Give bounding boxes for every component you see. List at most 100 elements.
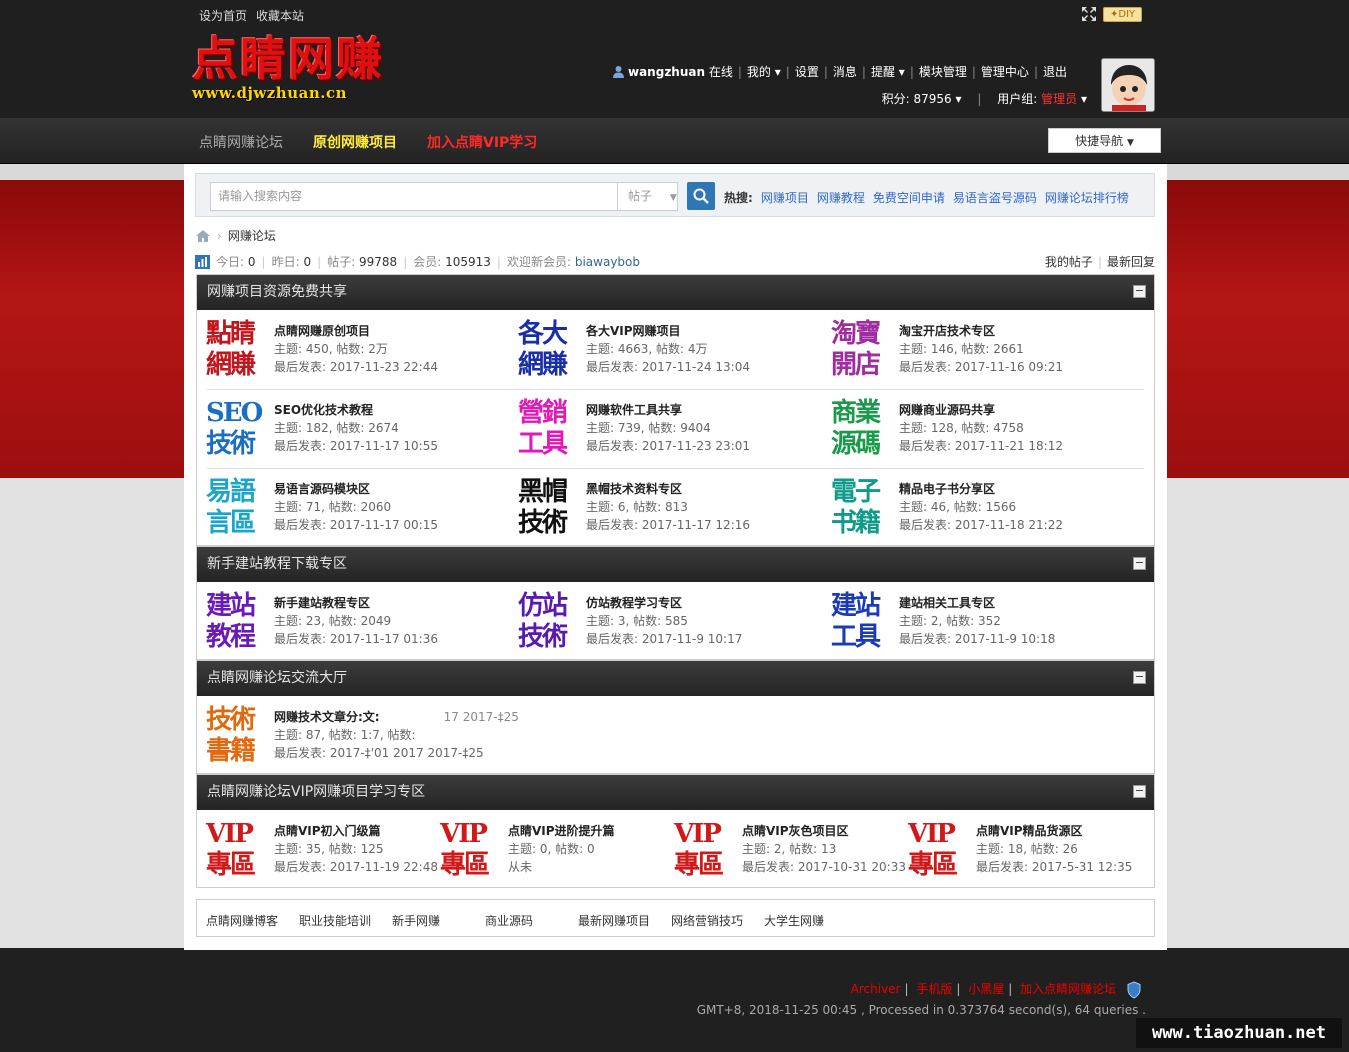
forum-icon[interactable]: 易語 言區 — [206, 476, 266, 540]
forum-icon[interactable]: 點睛 網賺 — [206, 318, 266, 382]
collapse-icon[interactable]: − — [1133, 285, 1146, 298]
forum-item[interactable]: 電子 书籍 精品电子书分享区 主题: 46, 帖数: 1566 最后发表: 2017-1… — [831, 476, 1063, 540]
forum-icon[interactable]: VIP 專區 — [908, 818, 968, 882]
forum-item[interactable]: VIP 專區 点睛VIP进阶提升篇 主题: 0, 帖数: 0 从未 — [440, 818, 615, 882]
breadcrumb-forum[interactable]: 网赚论坛 — [228, 227, 276, 244]
fullscreen-icon[interactable] — [1081, 6, 1097, 22]
avatar[interactable] — [1101, 58, 1155, 112]
forum-last-post[interactable]: 最后发表: 2017-‡'01 2017 2017-‡25 — [274, 744, 519, 762]
forum-item[interactable]: 淘寶 開店 淘宝开店技术专区 主题: 146, 帖数: 2661 最后发表: 2017-… — [831, 318, 1063, 382]
forum-last-post[interactable]: 最后发表: 2017-11-24 13:04 — [586, 358, 750, 376]
menu-my[interactable]: 我的 ▾ — [747, 63, 781, 80]
nav-original-projects[interactable]: 原创网赚项目 — [313, 132, 397, 152]
forum-last-post[interactable]: 最后发表: 2017-11-9 10:17 — [586, 630, 742, 648]
hot-link[interactable]: 易语言盗号源码 — [953, 189, 1037, 206]
forum-title-link[interactable]: 仿站教程学习专区 — [586, 594, 742, 612]
search-button[interactable] — [687, 182, 715, 210]
forum-last-post[interactable]: 最后发表: 2017-11-17 12:16 — [586, 516, 750, 534]
forum-item[interactable]: VIP 專區 点睛VIP精品货源区 主题: 18, 帖数: 26 最后发表: 2017-… — [908, 818, 1132, 882]
forum-icon[interactable]: 技術 書籍 — [206, 704, 266, 768]
forum-icon[interactable]: 黑帽 技術 — [518, 476, 578, 540]
forum-icon[interactable]: VIP 專區 — [206, 818, 266, 882]
username-link[interactable]: wangzhuan — [628, 65, 705, 79]
forum-item[interactable]: 商業 源碼 网赚商业源码共享 主题: 128, 帖数: 4758 最后发表: 2017-… — [831, 397, 1063, 461]
diy-button[interactable]: ✦DIY — [1103, 6, 1143, 22]
forum-last-post[interactable]: 最后发表: 2017-11-9 10:18 — [899, 630, 1055, 648]
forum-title-link[interactable]: 点睛VIP灰色项目区 — [742, 822, 906, 840]
forum-item[interactable]: 營銷 工具 网赚软件工具共享 主题: 739, 帖数: 9404 最后发表: 2017-… — [518, 397, 750, 461]
friend-link[interactable]: 新手网赚 — [392, 912, 440, 929]
forum-icon[interactable]: 各大 網賺 — [518, 318, 578, 382]
forum-last-post[interactable]: 最后发表: 2017-5-31 12:35 — [976, 858, 1132, 876]
my-posts-link[interactable]: 我的帖子 — [1045, 255, 1093, 269]
forum-item[interactable]: VIP 專區 点睛VIP灰色项目区 主题: 2, 帖数: 13 最后发表: 2017-1… — [674, 818, 906, 882]
friend-link[interactable]: 网络营销技巧 — [671, 912, 743, 929]
forum-item[interactable]: 各大 網賺 各大VIP网赚项目 主题: 4663, 帖数: 4万 最后发表: 2017-… — [518, 318, 750, 382]
friend-link[interactable]: 大学生网赚 — [764, 912, 824, 929]
archiver-link[interactable]: Archiver — [851, 982, 901, 996]
forum-last-post[interactable]: 最后发表: 2017-11-17 01:36 — [274, 630, 438, 648]
menu-messages[interactable]: 消息 — [833, 63, 857, 80]
forum-last-post[interactable]: 最后发表: 2017-10-31 20:33 — [742, 858, 906, 876]
forum-last-post[interactable]: 最后发表: 2017-11-23 23:01 — [586, 437, 750, 455]
menu-admin[interactable]: 管理中心 — [981, 63, 1029, 80]
site-logo[interactable]: 点睛网赚 www.djwzhuan.cn — [192, 32, 412, 108]
home-icon[interactable] — [195, 229, 211, 243]
logout-link[interactable]: 退出 — [1043, 63, 1067, 80]
mobile-link[interactable]: 手机版 — [916, 982, 952, 996]
forum-icon[interactable]: 電子 书籍 — [831, 476, 891, 540]
forum-title-link[interactable]: 点睛VIP进阶提升篇 — [508, 822, 615, 840]
forum-title-link[interactable]: 各大VIP网赚项目 — [586, 322, 750, 340]
forum-last-post[interactable]: 最后发表: 2017-11-16 09:21 — [899, 358, 1063, 376]
forum-title-link[interactable]: 易语言源码模块区 — [274, 480, 438, 498]
nav-join-vip[interactable]: 加入点睛VIP学习 — [427, 132, 537, 152]
forum-last-post[interactable]: 最后发表: 2017-11-23 22:44 — [274, 358, 438, 376]
forum-item[interactable]: VIP 專區 点睛VIP初入门级篇 主题: 35, 帖数: 125 最后发表: 2017… — [206, 818, 438, 882]
join-forum-link[interactable]: 加入点睛网赚论坛 — [1020, 982, 1116, 996]
points-menu[interactable]: 积分: 87956 ▾ — [882, 92, 962, 106]
nav-forum[interactable]: 点睛网赚论坛 — [199, 132, 283, 152]
forum-item[interactable]: 易語 言區 易语言源码模块区 主题: 71, 帖数: 2060 最后发表: 2017-1… — [206, 476, 438, 540]
menu-modules[interactable]: 模块管理 — [919, 63, 967, 80]
forum-title-link[interactable]: 点睛网赚原创项目 — [274, 322, 438, 340]
forum-title-link[interactable]: SEO优化技术教程 — [274, 401, 438, 419]
forum-title-link[interactable]: 网赚软件工具共享 — [586, 401, 750, 419]
forum-item[interactable]: 技術 書籍 网赚技术文章分:文: 17 2017-‡25 主题: 87, 帖数: 1:7… — [206, 704, 519, 768]
forum-last-post[interactable]: 最后发表: 2017-11-17 00:15 — [274, 516, 438, 534]
friend-link[interactable]: 商业源码 — [485, 912, 533, 929]
forum-last-post[interactable]: 最后发表: 2017-11-18 21:22 — [899, 516, 1063, 534]
forum-icon[interactable]: 建站 教程 — [206, 590, 266, 654]
group-menu[interactable]: 管理员 ▾ — [1041, 92, 1087, 106]
forum-title-link[interactable]: 精品电子书分享区 — [899, 480, 1063, 498]
forum-last-post[interactable]: 最后发表: 2017-11-19 22:48 — [274, 858, 438, 876]
blacklist-link[interactable]: 小黑屋 — [968, 982, 1004, 996]
bookmark-link[interactable]: 收藏本站 — [256, 9, 304, 23]
menu-reminders[interactable]: 提醒 ▾ — [871, 63, 905, 80]
forum-title-link[interactable]: 淘宝开店技术专区 — [899, 322, 1063, 340]
set-homepage-link[interactable]: 设为首页 — [199, 9, 247, 23]
forum-last-post[interactable]: 从未 — [508, 858, 615, 876]
quick-nav-button[interactable]: 快捷导航 ▼ — [1048, 128, 1161, 153]
forum-last-post[interactable]: 最后发表: 2017-11-17 10:55 — [274, 437, 438, 455]
forum-icon[interactable]: 仿站 技術 — [518, 590, 578, 654]
forum-title-link[interactable]: 网赚技术文章分:文: 17 2017-‡25 — [274, 708, 519, 726]
forum-icon[interactable]: 商業 源碼 — [831, 397, 891, 461]
search-type-select[interactable]: 帖子 ▼ — [618, 182, 678, 211]
hot-link[interactable]: 网赚教程 — [817, 189, 865, 206]
menu-settings[interactable]: 设置 — [795, 63, 819, 80]
forum-title-link[interactable]: 点睛VIP初入门级篇 — [274, 822, 438, 840]
hot-link[interactable]: 网赚论坛排行榜 — [1045, 189, 1129, 206]
forum-icon[interactable]: VIP 專區 — [674, 818, 734, 882]
forum-icon[interactable]: VIP 專區 — [440, 818, 500, 882]
forum-icon[interactable]: 淘寶 開店 — [831, 318, 891, 382]
friend-link[interactable]: 点睛网赚博客 — [206, 912, 278, 929]
forum-last-post[interactable]: 最后发表: 2017-11-21 18:12 — [899, 437, 1063, 455]
forum-title-link[interactable]: 新手建站教程专区 — [274, 594, 438, 612]
newest-member-link[interactable]: biawaybob — [575, 255, 640, 269]
forum-item[interactable]: 建站 教程 新手建站教程专区 主题: 23, 帖数: 2049 最后发表: 2017-1… — [206, 590, 438, 654]
forum-icon[interactable]: SEO 技術 — [206, 397, 266, 461]
friend-link[interactable]: 职业技能培训 — [299, 912, 371, 929]
forum-title-link[interactable]: 黑帽技术资料专区 — [586, 480, 750, 498]
forum-item[interactable]: 點睛 網賺 点睛网赚原创项目 主题: 450, 帖数: 2万 最后发表: 2017-11… — [206, 318, 438, 382]
hot-link[interactable]: 免费空间申请 — [873, 189, 945, 206]
